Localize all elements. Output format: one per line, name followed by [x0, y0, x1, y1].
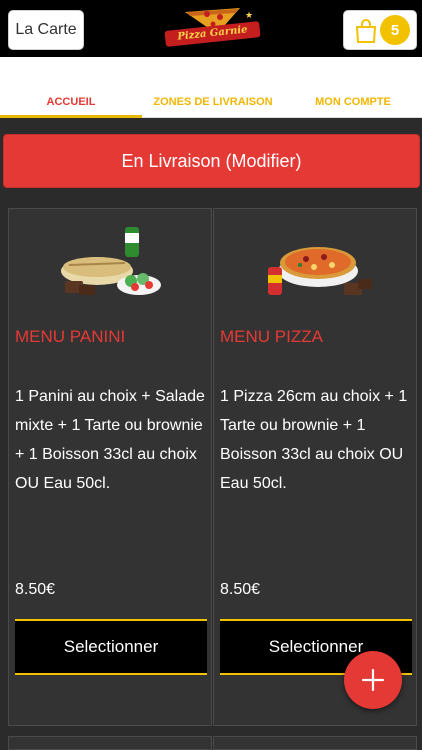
tab-zones-de-livraison[interactable]: ZONES DE LIVRAISON — [142, 86, 284, 118]
delivery-mode-button[interactable]: En Livraison (Modifier) — [3, 134, 420, 188]
product-card-partial — [213, 736, 417, 750]
product-price: 8.50€ — [15, 581, 56, 598]
panini-menu-photo — [9, 219, 213, 307]
cart-button[interactable]: 5 — [343, 10, 417, 50]
product-price: 8.50€ — [220, 581, 261, 598]
plus-icon — [361, 668, 385, 692]
product-card-panini: MENU PANINI 1 Panini au choix + Salade m… — [8, 208, 212, 726]
product-description: 1 Pizza 26cm au choix + 1 Tarte ou brown… — [220, 388, 408, 492]
menu-button[interactable]: La Carte — [8, 10, 84, 50]
cart-count-badge: 5 — [380, 15, 410, 45]
shopping-bag-icon — [355, 19, 377, 43]
app-header: La Carte ★ Pizza Garnie 5 — [0, 0, 422, 57]
tab-mon-compte[interactable]: MON COMPTE — [284, 86, 422, 118]
product-card-partial — [8, 736, 212, 750]
tab-accueil[interactable]: ACCUEIL — [0, 86, 142, 118]
nav-tabs: ACCUEIL ZONES DE LIVRAISON MON COMPTE — [0, 86, 422, 118]
svg-text:★: ★ — [245, 10, 253, 20]
add-fab-button[interactable] — [344, 651, 402, 709]
select-button[interactable]: Selectionner — [15, 619, 207, 675]
product-description: 1 Panini au choix + Salade mixte + 1 Tar… — [15, 388, 205, 492]
product-card-pizza: MENU PIZZA 1 Pizza 26cm au choix + 1 Tar… — [213, 208, 417, 726]
brand-logo[interactable]: ★ Pizza Garnie — [164, 4, 261, 54]
pizza-menu-photo — [214, 219, 418, 307]
product-title: MENU PANINI — [15, 327, 126, 346]
product-title: MENU PIZZA — [220, 327, 323, 346]
